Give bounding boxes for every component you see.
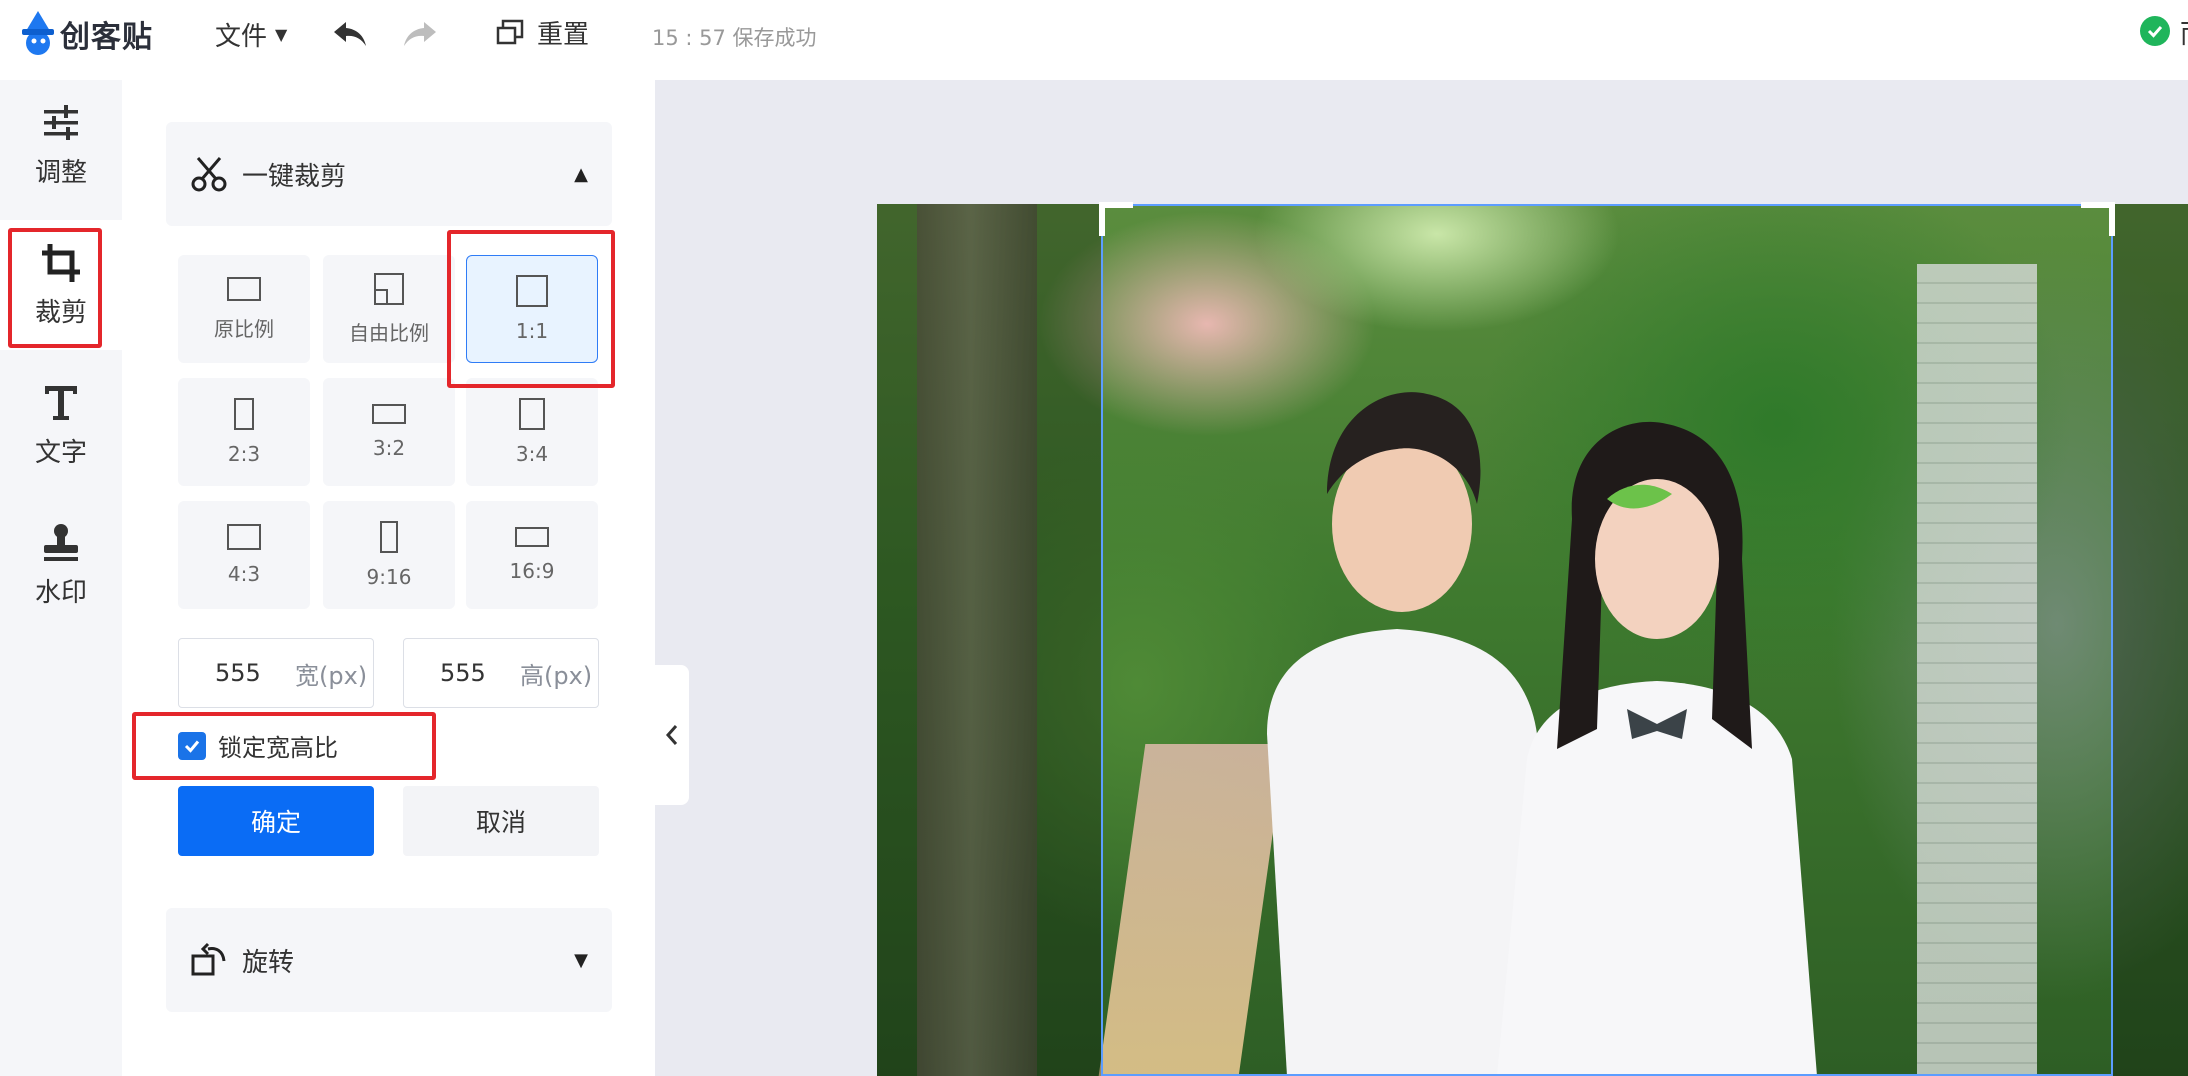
ratio-label: 3:4: [515, 442, 549, 466]
height-unit: 高(px): [520, 661, 593, 690]
height-value: 555: [440, 659, 486, 687]
rail-item-watermark[interactable]: 水印: [0, 500, 122, 630]
scissors-icon: [191, 157, 227, 192]
crop-section-header[interactable]: 一键裁剪 ▲: [166, 122, 612, 226]
ratio-3-4[interactable]: 3:4: [466, 378, 598, 486]
rotate-section-header[interactable]: 旋转 ▼: [166, 908, 612, 1012]
ratio-shape-icon: [372, 404, 406, 424]
height-input[interactable]: 555 高(px): [403, 638, 599, 708]
ratio-9-16[interactable]: 9:16: [323, 501, 455, 609]
redo-icon[interactable]: [400, 14, 440, 54]
ratio-shape-icon: [519, 398, 545, 430]
ratio-label: 3:2: [372, 436, 406, 460]
rail-item-adjust[interactable]: 调整: [0, 80, 122, 210]
lock-aspect-label: 锁定宽高比: [218, 734, 338, 762]
logo-icon: [22, 11, 54, 55]
width-input[interactable]: 555 宽(px): [178, 638, 374, 708]
reset-icon: [496, 19, 524, 44]
ratio-shape-icon: [515, 527, 549, 547]
save-status: 15 : 57 保存成功: [652, 26, 817, 50]
chevron-left-icon: [665, 725, 678, 745]
width-value: 555: [215, 659, 261, 687]
collapse-arrow-icon: ▲: [574, 163, 588, 185]
ratio-shape-icon: [380, 521, 398, 553]
ratio-label: 原比例: [214, 316, 274, 341]
rotate-icon: [191, 942, 226, 976]
rail-item-label: 水印: [34, 577, 87, 608]
crop-panel: 一键裁剪 ▲ 原比例 自由比例 1:1 2:3 3:2 3:4 4:3 9:16: [122, 80, 655, 1076]
tool-rail: 调整 裁剪 文字 水印: [0, 80, 122, 1076]
reset-label: 重置: [537, 20, 590, 50]
ratio-2-3[interactable]: 2:3: [178, 378, 310, 486]
ratio-label: 4:3: [227, 562, 261, 586]
crop-mask-right: [2112, 204, 2188, 1076]
ratio-3-2[interactable]: 3:2: [323, 378, 455, 486]
text-icon: [45, 385, 77, 420]
undo-icon[interactable]: [330, 14, 370, 54]
logo-text: 创客贴: [60, 20, 153, 55]
app-logo[interactable]: 创客贴: [16, 6, 176, 62]
ratio-label: 自由比例: [349, 320, 429, 345]
rail-item-crop[interactable]: 裁剪: [0, 220, 122, 350]
lock-aspect-checkbox[interactable]: 锁定宽高比: [178, 728, 338, 763]
ratio-shape-icon: [516, 275, 548, 307]
cancel-button[interactable]: 取消: [403, 786, 599, 856]
file-menu-label: 文件: [215, 22, 268, 52]
rail-item-label: 调整: [34, 157, 87, 188]
ratio-label: 9:16: [366, 565, 412, 589]
ratio-shape-icon: [227, 276, 261, 301]
rail-item-text[interactable]: 文字: [0, 360, 122, 490]
ratio-shape-icon: [227, 524, 261, 550]
ratio-1-1[interactable]: 1:1: [466, 255, 598, 363]
crop-icon: [42, 243, 80, 282]
ratio-label: 2:3: [227, 442, 261, 466]
ratio-free[interactable]: 自由比例: [323, 255, 455, 363]
caret-down-icon: ▼: [275, 25, 288, 44]
panel-collapse-button[interactable]: [655, 665, 689, 805]
photo-brick-wall: [1917, 264, 2037, 1076]
free-ratio-icon: [374, 272, 404, 305]
ratio-16-9[interactable]: 16:9: [466, 501, 598, 609]
sliders-icon: [44, 104, 78, 140]
ratio-original[interactable]: 原比例: [178, 255, 310, 363]
stamp-icon: [44, 523, 78, 561]
success-check-icon: [2140, 16, 2170, 46]
ratio-label: 1:1: [515, 319, 549, 343]
crop-section-title: 一键裁剪: [242, 161, 347, 192]
crop-mask-left: [877, 204, 1101, 1076]
file-menu[interactable]: 文件 ▼: [215, 16, 287, 53]
rail-item-label: 文字: [34, 437, 87, 468]
top-bar: 创客贴 文件 ▼ 重置 15 : 57 保存成功 而: [0, 0, 2188, 80]
expand-arrow-icon: ▼: [574, 949, 588, 971]
ratio-4-3[interactable]: 4:3: [178, 501, 310, 609]
photo-person-girl: [1497, 421, 1817, 1076]
reset-button[interactable]: 重置: [495, 14, 589, 51]
canvas-photo[interactable]: [877, 204, 2188, 1076]
ratio-shape-icon: [234, 398, 254, 430]
width-unit: 宽(px): [295, 661, 368, 690]
ratio-label: 16:9: [509, 559, 555, 583]
right-partial-text: 而: [2180, 14, 2188, 51]
checkbox-checked-icon: [178, 731, 206, 760]
rail-item-label: 裁剪: [34, 297, 87, 328]
confirm-button[interactable]: 确定: [178, 786, 374, 856]
rotate-section-title: 旋转: [242, 947, 295, 978]
